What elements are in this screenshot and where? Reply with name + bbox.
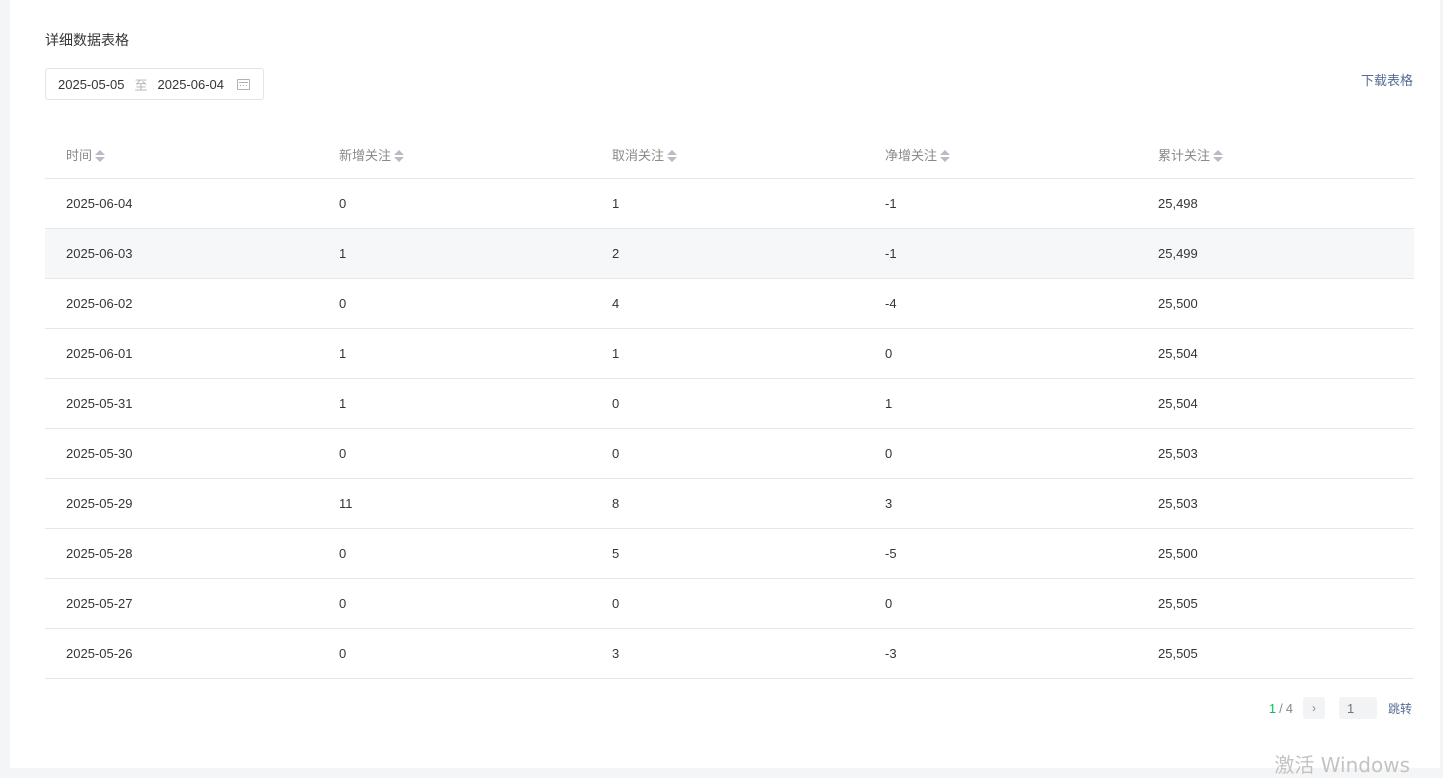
- cell-date: 2025-05-31: [45, 378, 318, 429]
- jump-button[interactable]: 跳转: [1388, 700, 1412, 717]
- column-header-total-follows[interactable]: 累计关注: [1137, 130, 1414, 179]
- cell-total-follows: 25,505: [1137, 628, 1414, 679]
- cell-new-follows: 1: [318, 328, 591, 379]
- download-table-link[interactable]: 下载表格: [1361, 70, 1413, 89]
- cell-net-follows: 1: [864, 378, 1137, 429]
- cell-total-follows: 25,498: [1137, 178, 1414, 229]
- column-header-time[interactable]: 时间: [45, 130, 318, 179]
- cell-net-follows: -3: [864, 628, 1137, 679]
- cell-net-follows: 3: [864, 478, 1137, 529]
- column-header-new-follows[interactable]: 新增关注: [318, 130, 591, 179]
- data-table-card: 详细数据表格 2025-05-05 至 2025-06-04 下载表格 时间 新…: [10, 0, 1440, 768]
- cell-net-follows: 0: [864, 428, 1137, 479]
- cell-new-follows: 1: [318, 228, 591, 279]
- cell-new-follows: 11: [318, 478, 591, 529]
- table-row: 2025-05-26 0 3 -3 25,505: [45, 628, 1414, 679]
- cell-unfollows: 4: [591, 278, 864, 329]
- sort-icon[interactable]: [394, 149, 405, 163]
- cell-date: 2025-05-27: [45, 578, 318, 629]
- section-title: 详细数据表格: [45, 32, 129, 48]
- cell-net-follows: -4: [864, 278, 1137, 329]
- cell-unfollows: 1: [591, 178, 864, 229]
- calendar-icon[interactable]: [237, 78, 251, 90]
- cell-new-follows: 0: [318, 528, 591, 579]
- table-row: 2025-05-28 0 5 -5 25,500: [45, 528, 1414, 579]
- cell-unfollows: 1: [591, 328, 864, 379]
- detail-data-table: 时间 新增关注 取消关注 净增关注 累计关注 2025-06-04 0 1 -1…: [45, 130, 1414, 679]
- pagination: 1 / 4 › 跳转: [1269, 697, 1412, 719]
- column-header-unfollows[interactable]: 取消关注: [591, 130, 864, 179]
- cell-total-follows: 25,505: [1137, 578, 1414, 629]
- table-row: 2025-06-01 1 1 0 25,504: [45, 328, 1414, 379]
- cell-total-follows: 25,500: [1137, 528, 1414, 579]
- cell-date: 2025-05-30: [45, 428, 318, 479]
- table-header-row: 时间 新增关注 取消关注 净增关注 累计关注: [45, 130, 1414, 179]
- date-range-picker[interactable]: 2025-05-05 至 2025-06-04: [45, 68, 264, 100]
- cell-unfollows: 3: [591, 628, 864, 679]
- cell-total-follows: 25,504: [1137, 378, 1414, 429]
- table-row: 2025-06-04 0 1 -1 25,498: [45, 178, 1414, 229]
- cell-net-follows: 0: [864, 578, 1137, 629]
- cell-date: 2025-05-26: [45, 628, 318, 679]
- cell-new-follows: 0: [318, 578, 591, 629]
- cell-total-follows: 25,503: [1137, 428, 1414, 479]
- cell-new-follows: 0: [318, 178, 591, 229]
- page-number-input[interactable]: [1338, 697, 1377, 719]
- cell-unfollows: 2: [591, 228, 864, 279]
- cell-new-follows: 1: [318, 378, 591, 429]
- cell-unfollows: 0: [591, 428, 864, 479]
- cell-date: 2025-06-01: [45, 328, 318, 379]
- end-date[interactable]: 2025-06-04: [158, 77, 225, 92]
- cell-unfollows: 8: [591, 478, 864, 529]
- cell-new-follows: 0: [318, 628, 591, 679]
- cell-date: 2025-05-28: [45, 528, 318, 579]
- page-separator: /: [1279, 700, 1283, 716]
- column-header-net-follows[interactable]: 净增关注: [864, 130, 1137, 179]
- cell-total-follows: 25,504: [1137, 328, 1414, 379]
- table-row: 2025-06-03 1 2 -1 25,499: [45, 228, 1414, 279]
- cell-date: 2025-06-03: [45, 228, 318, 279]
- cell-new-follows: 0: [318, 428, 591, 479]
- cell-total-follows: 25,500: [1137, 278, 1414, 329]
- next-page-button[interactable]: ›: [1302, 697, 1325, 719]
- cell-net-follows: 0: [864, 328, 1137, 379]
- sort-icon[interactable]: [95, 149, 106, 163]
- table-row: 2025-06-02 0 4 -4 25,500: [45, 278, 1414, 329]
- cell-net-follows: -1: [864, 178, 1137, 229]
- table-row: 2025-05-31 1 0 1 25,504: [45, 378, 1414, 429]
- cell-unfollows: 0: [591, 578, 864, 629]
- table-row: 2025-05-30 0 0 0 25,503: [45, 428, 1414, 479]
- cell-net-follows: -5: [864, 528, 1137, 579]
- cell-unfollows: 0: [591, 378, 864, 429]
- cell-date: 2025-06-02: [45, 278, 318, 329]
- cell-total-follows: 25,503: [1137, 478, 1414, 529]
- cell-total-follows: 25,499: [1137, 228, 1414, 279]
- total-pages: 4: [1285, 700, 1293, 716]
- table-row: 2025-05-27 0 0 0 25,505: [45, 578, 1414, 629]
- cell-net-follows: -1: [864, 228, 1137, 279]
- chevron-right-icon: ›: [1311, 701, 1316, 715]
- current-page: 1: [1268, 700, 1277, 716]
- cell-date: 2025-05-29: [45, 478, 318, 529]
- cell-new-follows: 0: [318, 278, 591, 329]
- cell-date: 2025-06-04: [45, 178, 318, 229]
- windows-activation-watermark: 激活 Windows: [1274, 753, 1410, 777]
- table-row: 2025-05-29 11 8 3 25,503: [45, 478, 1414, 529]
- start-date[interactable]: 2025-05-05: [58, 77, 125, 92]
- date-separator: 至: [134, 77, 148, 93]
- cell-unfollows: 5: [591, 528, 864, 579]
- sort-icon[interactable]: [940, 149, 951, 163]
- sort-icon[interactable]: [667, 149, 678, 163]
- sort-icon[interactable]: [1213, 149, 1224, 163]
